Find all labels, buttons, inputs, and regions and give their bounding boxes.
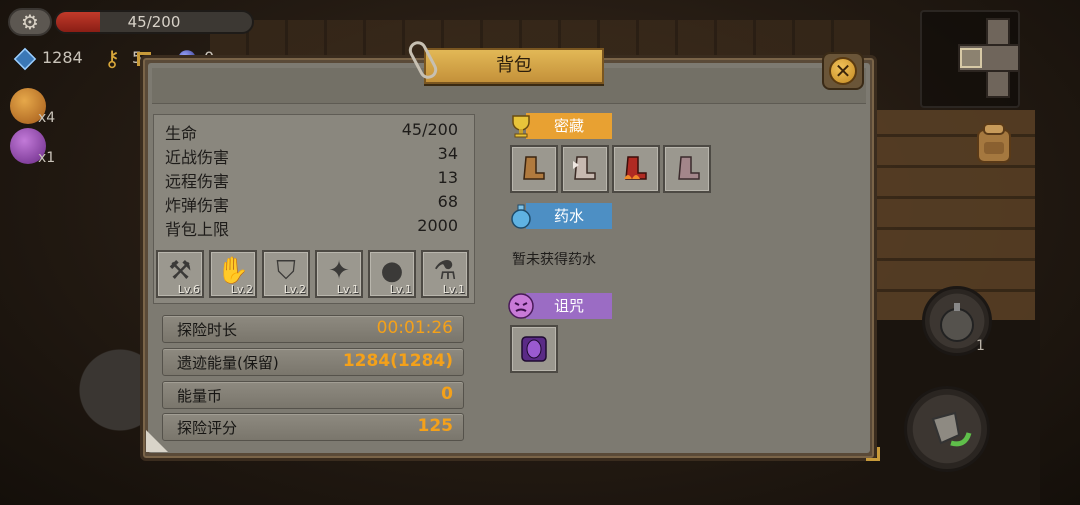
summary-bar-duration: 探险时长 00:01:26 — [162, 315, 464, 343]
summary-bar-score: 探险评分 125 — [162, 413, 464, 441]
health-bar: 45/200 — [54, 10, 254, 34]
shuriken-icon: ✦ — [328, 256, 350, 286]
summary-value: 0 — [441, 384, 453, 404]
equip-slot-hammer[interactable]: ⚒ Lv.6 — [156, 250, 204, 298]
stat-value: 34 — [437, 144, 458, 163]
cursed-mirror-icon — [521, 336, 547, 362]
section-tag-treasure: 密藏 — [526, 113, 612, 139]
equip-level: Lv.6 — [177, 283, 200, 296]
treasure-item-winged-boot[interactable] — [561, 145, 609, 193]
crystal-icon — [13, 47, 37, 70]
potion-icon — [511, 204, 531, 229]
stat-name: 生命 — [165, 124, 198, 143]
summary-value: 125 — [417, 416, 454, 436]
close-icon: ✕ — [829, 57, 857, 85]
stat-name: 背包上限 — [165, 220, 230, 239]
buff-pouch-count: x4 — [38, 110, 56, 126]
throw-item-button[interactable] — [904, 386, 990, 472]
equip-slot-potion[interactable]: ⚗ Lv.1 — [421, 250, 469, 298]
fire-boot-icon — [624, 156, 647, 180]
stat-row: 生命 45/200 — [165, 120, 458, 144]
summary-bar-energy: 遗迹能量(保留) 1284(1284) — [162, 348, 464, 376]
equip-level: Lv.1 — [336, 283, 359, 296]
gauntlet-icon: ✋ — [216, 256, 250, 286]
summary-bar-coins: 能量币 0 — [162, 381, 464, 409]
summary-value: 00:01:26 — [376, 318, 453, 338]
throw-icon — [931, 411, 972, 447]
steel-boot-icon — [678, 156, 700, 180]
hammer-icon: ⚒ — [168, 256, 192, 286]
section-tag-potion: 药水 — [526, 203, 612, 229]
curse-face-icon — [508, 293, 534, 319]
minimap-player-room — [960, 48, 982, 68]
equip-slot-armor[interactable]: ⛉ Lv.2 — [262, 250, 310, 298]
stat-value: 13 — [437, 168, 458, 187]
summary-label: 能量币 — [177, 387, 223, 405]
armor-icon: ⛉ — [276, 256, 296, 286]
summary-value: 1284(1284) — [342, 351, 453, 371]
equip-level: Lv.1 — [389, 283, 412, 296]
page-curl-decoration — [146, 430, 168, 452]
boot-icon — [523, 156, 545, 180]
stat-row: 近战伤害 34 — [165, 144, 458, 168]
summary-label: 探险时长 — [177, 321, 238, 339]
equip-slot-gauntlet[interactable]: ✋ Lv.2 — [209, 250, 257, 298]
winged-boot-icon — [573, 156, 596, 180]
close-button[interactable]: ✕ — [822, 52, 864, 90]
stat-value: 45/200 — [401, 120, 458, 139]
stat-name: 近战伤害 — [165, 148, 230, 167]
corner-ornament — [137, 52, 151, 66]
corner-ornament — [866, 447, 880, 461]
stat-name: 炸弹伤害 — [165, 196, 230, 215]
panel-title: 背包 — [424, 48, 604, 84]
curse-item-mirror[interactable] — [510, 325, 558, 373]
buff-curse-count: x1 — [38, 150, 56, 166]
bomb-count: 1 — [976, 338, 985, 354]
summary-label: 探险评分 — [177, 419, 238, 437]
energy-counter: 1284 — [13, 46, 83, 70]
stat-value: 68 — [437, 192, 458, 211]
stat-row: 远程伤害 13 — [165, 168, 458, 192]
equip-level: Lv.2 — [230, 283, 253, 296]
equip-level: Lv.2 — [283, 283, 306, 296]
settings-gear-icon[interactable]: ⚙ — [8, 8, 52, 36]
bomb-icon: ● — [380, 256, 404, 286]
key-icon: ⚷ — [104, 46, 121, 72]
treasure-item-boot[interactable] — [510, 145, 558, 193]
equip-level: Lv.1 — [442, 283, 465, 296]
stat-row: 背包上限 2000 — [165, 216, 458, 240]
section-tag-curse: 诅咒 — [526, 293, 612, 319]
health-text: 45/200 — [127, 13, 181, 31]
equip-slot-bomb[interactable]: ● Lv.1 — [368, 250, 416, 298]
trophy-icon — [512, 115, 530, 138]
summary-label: 遗迹能量(保留) — [177, 354, 279, 372]
stat-name: 远程伤害 — [165, 172, 230, 191]
background-floor — [0, 300, 150, 505]
treasure-item-fire-boot[interactable] — [612, 145, 660, 193]
equip-slot-shuriken[interactable]: ✦ Lv.1 — [315, 250, 363, 298]
potion-empty-message: 暂未获得药水 — [512, 252, 596, 268]
potion-flask-icon: ⚗ — [433, 256, 457, 286]
stat-value: 2000 — [417, 216, 458, 235]
backpack-icon[interactable] — [972, 120, 1016, 166]
energy-value: 1284 — [42, 48, 83, 67]
treasure-item-steel-boot[interactable] — [663, 145, 711, 193]
stat-row: 炸弹伤害 68 — [165, 192, 458, 216]
